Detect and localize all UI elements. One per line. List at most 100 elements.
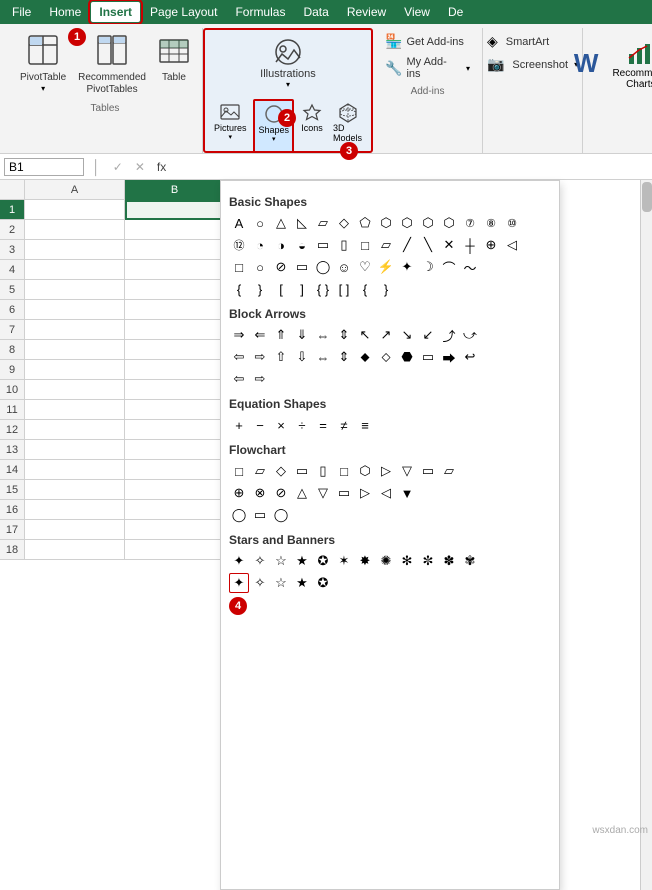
cell-A3[interactable] bbox=[25, 240, 125, 260]
arrow-circular[interactable]: ⇨ bbox=[250, 369, 270, 389]
flow-alt-process[interactable]: ▱ bbox=[250, 461, 270, 481]
cell-A7[interactable] bbox=[25, 320, 125, 340]
word-button[interactable]: W bbox=[570, 48, 603, 78]
shape-diamond[interactable]: ◇ bbox=[334, 213, 354, 233]
arrow-notch[interactable]: ⬣ bbox=[397, 347, 417, 367]
cell-B2[interactable] bbox=[125, 220, 225, 240]
eq-divide[interactable]: ÷ bbox=[292, 415, 312, 435]
my-addins-button[interactable]: 🔧 My Add-ins ▾ bbox=[381, 55, 474, 81]
star-7pt[interactable]: ✶ bbox=[334, 551, 354, 571]
cell-B13[interactable] bbox=[125, 440, 225, 460]
flow-process[interactable]: □ bbox=[229, 461, 249, 481]
flow-manual[interactable]: ▱ bbox=[439, 461, 459, 481]
shape-frame[interactable]: ▭ bbox=[313, 235, 333, 255]
arrow-curvedup[interactable]: ⤴ bbox=[439, 325, 459, 345]
flow-magdisk[interactable]: ◯ bbox=[229, 505, 249, 525]
eq-minus[interactable]: − bbox=[250, 415, 270, 435]
shape-brace-left[interactable]: { bbox=[229, 279, 249, 299]
cell-A14[interactable] bbox=[25, 460, 125, 480]
banner-right[interactable]: ☆ bbox=[271, 573, 291, 593]
shape-corner[interactable]: □ bbox=[355, 235, 375, 255]
arrow-down[interactable]: ⇓ bbox=[292, 325, 312, 345]
banner-wavy[interactable]: ✦ bbox=[229, 573, 249, 593]
shape-diagonalcorner[interactable]: ▱ bbox=[376, 235, 396, 255]
banner-up[interactable]: ★ bbox=[292, 573, 312, 593]
shape-oval[interactable]: ○ bbox=[250, 213, 270, 233]
cell-B12[interactable] bbox=[125, 420, 225, 440]
star-6pt[interactable]: ✪ bbox=[313, 551, 333, 571]
col-header-A[interactable]: A bbox=[25, 180, 125, 200]
shape-arrowleft[interactable]: ◁ bbox=[502, 235, 522, 255]
arrow-blockup[interactable]: ⇧ bbox=[271, 347, 291, 367]
menu-view[interactable]: View bbox=[396, 2, 438, 22]
shape-num8[interactable]: ⑧ bbox=[481, 213, 501, 233]
arrow-curveright[interactable]: ⮕ bbox=[439, 347, 459, 367]
eq-equals[interactable]: = bbox=[313, 415, 333, 435]
shape-heptagon[interactable]: ⬡ bbox=[397, 213, 417, 233]
shape-brace2[interactable]: { bbox=[355, 279, 375, 299]
menu-home[interactable]: Home bbox=[41, 2, 89, 22]
banner-down[interactable]: ✪ bbox=[313, 573, 333, 593]
cell-A9[interactable] bbox=[25, 360, 125, 380]
menu-formulas[interactable]: Formulas bbox=[227, 2, 293, 22]
shape-halfframe[interactable]: ▯ bbox=[334, 235, 354, 255]
cell-A10[interactable] bbox=[25, 380, 125, 400]
recommended-pivottables-button[interactable]: Recommended PivotTables bbox=[74, 32, 150, 98]
shape-sun[interactable]: ✦ bbox=[397, 257, 417, 277]
cell-A15[interactable] bbox=[25, 480, 125, 500]
arrow-updown[interactable]: ⇕ bbox=[334, 325, 354, 345]
flow-sort[interactable]: △ bbox=[292, 483, 312, 503]
arrow-pentagon[interactable]: ⬥ bbox=[355, 347, 375, 367]
flow-data[interactable]: ▭ bbox=[292, 461, 312, 481]
shape-decagon[interactable]: ⬡ bbox=[439, 213, 459, 233]
cell-B10[interactable] bbox=[125, 380, 225, 400]
star-filled[interactable]: ★ bbox=[292, 551, 312, 571]
arrow-right[interactable]: ⇒ bbox=[229, 325, 249, 345]
shape-rect2[interactable]: ▭ bbox=[292, 257, 312, 277]
shape-triangle[interactable]: △ bbox=[271, 213, 291, 233]
shape-smiley[interactable]: ☺ bbox=[334, 257, 354, 277]
menu-pagelayout[interactable]: Page Layout bbox=[142, 2, 225, 22]
arrow-downright[interactable]: ↘ bbox=[397, 325, 417, 345]
shape-num7[interactable]: ⑦ bbox=[460, 213, 480, 233]
flow-predefined[interactable]: ▯ bbox=[313, 461, 333, 481]
star-12pt[interactable]: ✻ bbox=[397, 551, 417, 571]
shape-lightning[interactable]: ⚡ bbox=[376, 257, 396, 277]
shape-chord[interactable]: ◑ bbox=[271, 235, 291, 255]
flow-multidoc[interactable]: ▷ bbox=[376, 461, 396, 481]
shape-right-triangle[interactable]: ◺ bbox=[292, 213, 312, 233]
arrow-curved[interactable]: ⤻ bbox=[460, 325, 480, 345]
shape-circle3[interactable]: ◯ bbox=[313, 257, 333, 277]
cell-B3[interactable] bbox=[125, 240, 225, 260]
flow-sumjunction[interactable]: ⊗ bbox=[250, 483, 270, 503]
cell-B14[interactable] bbox=[125, 460, 225, 480]
shape-pluscircle[interactable]: ⊕ bbox=[481, 235, 501, 255]
flow-preparation[interactable]: ▭ bbox=[418, 461, 438, 481]
cell-A13[interactable] bbox=[25, 440, 125, 460]
eq-times[interactable]: × bbox=[271, 415, 291, 435]
star-8pt[interactable]: ✸ bbox=[355, 551, 375, 571]
flow-directaccess[interactable]: ▭ bbox=[250, 505, 270, 525]
cell-A5[interactable] bbox=[25, 280, 125, 300]
arrow-chevron[interactable]: ⬦ bbox=[376, 347, 396, 367]
flow-collate[interactable]: ⊘ bbox=[271, 483, 291, 503]
arrow-leftright[interactable]: ⇔ bbox=[313, 325, 333, 345]
cell-B1[interactable] bbox=[125, 200, 225, 220]
recommend-charts-button[interactable]: RecommendCharts bbox=[606, 32, 652, 94]
star-32pt[interactable]: ✾ bbox=[460, 551, 480, 571]
cell-A2[interactable] bbox=[25, 220, 125, 240]
shape-no[interactable]: ⊘ bbox=[271, 257, 291, 277]
cell-A1[interactable] bbox=[25, 200, 125, 220]
shape-text[interactable]: A bbox=[229, 213, 249, 233]
flow-terminator[interactable]: ▽ bbox=[397, 461, 417, 481]
shape-hexagon[interactable]: ⬡ bbox=[376, 213, 396, 233]
shape-bracket-pair[interactable]: [ ] bbox=[334, 279, 354, 299]
pictures-button[interactable]: Pictures ▾ bbox=[211, 99, 250, 153]
shape-circle2[interactable]: ○ bbox=[250, 257, 270, 277]
cell-A8[interactable] bbox=[25, 340, 125, 360]
menu-insert[interactable]: Insert bbox=[91, 2, 140, 22]
star-outline[interactable]: ☆ bbox=[271, 551, 291, 571]
get-addins-button[interactable]: 🏪 Get Add-ins bbox=[381, 32, 468, 51]
flow-or[interactable]: ⊕ bbox=[229, 483, 249, 503]
cell-A11[interactable] bbox=[25, 400, 125, 420]
